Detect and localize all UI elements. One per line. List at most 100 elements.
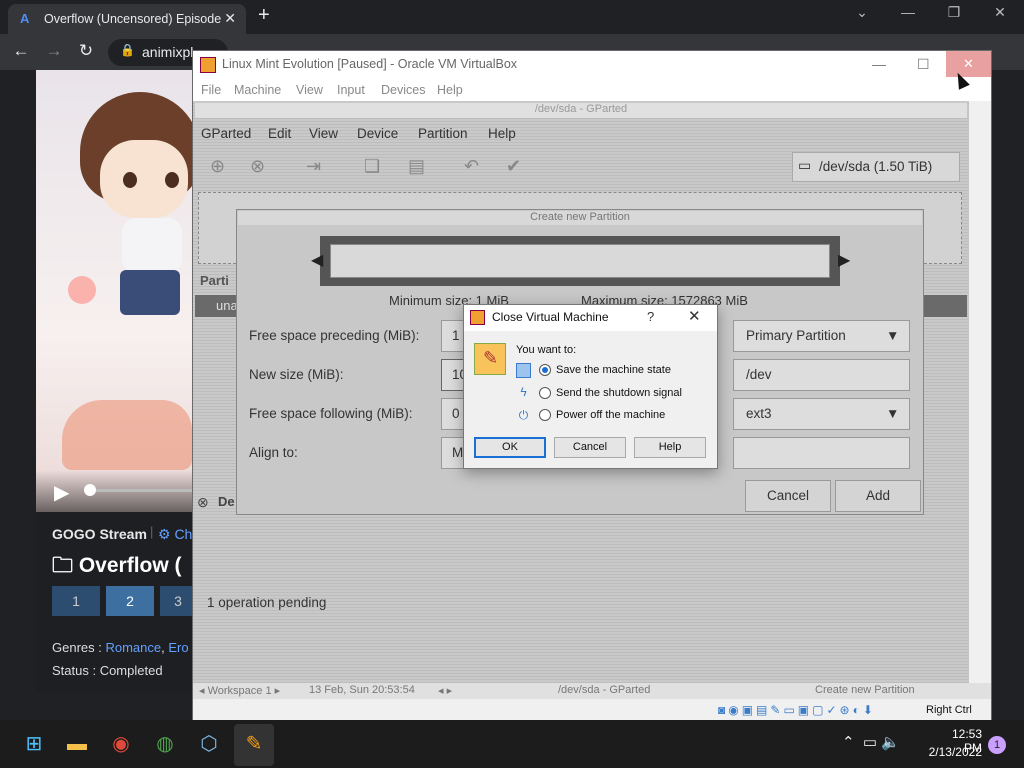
forward-arrow-icon[interactable]: → [43,41,65,61]
genre-link-romance[interactable]: Romance [105,640,161,655]
character-eye-left [123,172,137,188]
free-preceding-input[interactable]: 1 [441,320,465,352]
gparted-menu-gparted[interactable]: GParted [201,126,251,141]
paste-icon[interactable]: ▤ [408,156,425,177]
details-label: De [218,494,235,509]
taskbar-item-create-partition[interactable]: Create new Partition [815,684,915,696]
new-tab-button[interactable]: + [258,4,270,27]
vbox-menu-view[interactable]: View [296,83,323,97]
running-vm-icon[interactable]: ✎ [240,730,268,758]
virtualbox-manager-icon[interactable]: ⬡ [195,730,223,758]
save-state-label[interactable]: Save the machine state [556,364,671,376]
resize-move-icon[interactable]: ⇥ [306,156,321,177]
clock-date[interactable]: 2/13/2022 [922,745,982,759]
vbox-menu-help[interactable]: Help [437,83,463,97]
episode-button-3[interactable]: 3 [160,586,196,616]
free-following-label: Free space following (MiB): [249,406,413,421]
stream-separator: | [150,524,154,539]
save-state-icon [516,363,531,378]
genre-link-ero[interactable]: Ero [168,640,188,655]
delete-icon[interactable]: ⊗ [250,156,265,177]
window-nav-arrows[interactable]: ◂ ▸ [438,684,452,697]
reload-icon[interactable]: ↻ [75,41,97,61]
browser-tab[interactable]: A Overflow (Uncensored) Episode 3 ✕ [8,4,246,34]
seek-handle[interactable] [84,484,96,496]
close-vm-title: Close Virtual Machine [492,310,609,324]
cat-illustration [62,400,192,470]
vbox-menu-machine[interactable]: Machine [234,83,281,97]
tab-search-icon[interactable]: ⌄ [842,4,882,21]
vbox-menu-devices[interactable]: Devices [381,83,425,97]
resize-right-handle-icon[interactable]: ▶ [838,250,850,270]
close-browser-button[interactable]: ✕ [980,4,1020,21]
filesystem-select[interactable]: ext3 ▼ [733,398,910,430]
align-to-select[interactable]: M [441,437,465,469]
close-tab-icon[interactable]: ✕ [224,10,236,27]
cancel-partition-button[interactable]: Cancel [745,480,831,512]
status-text: Status : Completed [52,663,163,678]
resize-left-handle-icon[interactable]: ◀ [311,250,323,270]
free-following-input[interactable]: 0 [441,398,465,430]
align-to-label: Align to: [249,445,298,460]
label-input[interactable] [733,437,910,469]
partition-column-header: Parti [200,273,229,288]
file-explorer-icon[interactable]: ▬ [63,730,91,758]
gparted-menu-view[interactable]: View [309,126,338,141]
add-partition-button[interactable]: Add [835,480,921,512]
shutdown-signal-label[interactable]: Send the shutdown signal [556,387,682,399]
close-vbox-button[interactable]: ✕ [946,51,991,77]
new-partition-icon[interactable]: ⊕ [210,156,225,177]
copy-icon[interactable]: ❏ [364,156,380,177]
vm-device-status-icons[interactable]: ◙◉▣▤✎▭▣▢✓⊛◐⬇ [718,703,876,717]
create-as-select[interactable]: Primary Partition ▼ [733,320,910,352]
help-button[interactable]: Help [634,437,706,458]
notification-badge[interactable]: 1 [988,736,1006,754]
restore-browser-button[interactable]: ❐ [934,4,974,21]
seek-bar[interactable] [88,489,196,492]
details-icon: ⊗ [197,494,209,510]
episode-button-2[interactable]: 2 [106,586,154,616]
virtualbox-small-icon [470,310,485,325]
power-off-label[interactable]: Power off the machine [556,409,665,421]
host-key-label: Right Ctrl [926,704,972,716]
workspace-switcher[interactable]: ◂ Workspace 1 ▸ [199,684,280,697]
device-selector[interactable]: ▭ /dev/sda (1.50 TiB) [792,152,960,182]
close-icon[interactable]: ✕ [688,307,701,325]
shutdown-signal-radio[interactable] [539,387,551,399]
episode-button-1[interactable]: 1 [52,586,100,616]
partition-name-input[interactable]: /dev [733,359,910,391]
undo-icon[interactable]: ↶ [464,156,479,177]
chevron-down-icon: ▼ [886,328,900,343]
create-partition-title[interactable]: Create new Partition [238,211,922,225]
gparted-menu-device[interactable]: Device [357,126,398,141]
gparted-menu-edit[interactable]: Edit [268,126,291,141]
vbox-menu-input[interactable]: Input [337,83,365,97]
minimize-browser-button[interactable]: — [888,4,928,20]
minimize-vbox-button[interactable]: — [872,56,886,72]
globe-app-icon[interactable]: ◍ [151,730,179,758]
power-off-radio[interactable] [539,409,551,421]
gparted-titlebar[interactable]: /dev/sda - GParted [195,103,967,118]
character-body [122,218,182,273]
character-legs [120,270,180,315]
cancel-button[interactable]: Cancel [554,437,626,458]
system-tray-icons[interactable]: ⌃ ▭ 🔈 [842,733,900,751]
play-icon[interactable]: ▶ [54,480,69,505]
apply-icon[interactable]: ✔ [506,156,521,177]
stream-server-label[interactable]: GOGO Stream [52,526,147,542]
ok-button[interactable]: OK [474,437,546,458]
windows-start-icon[interactable]: ⊞ [20,730,48,758]
vbox-menu-file[interactable]: File [201,83,221,97]
gparted-menu-help[interactable]: Help [488,126,516,141]
chrome-icon[interactable]: ◉ [107,730,135,758]
help-icon[interactable]: ? [647,309,654,324]
taskbar-item-gparted[interactable]: /dev/sda - GParted [558,684,650,696]
save-state-radio[interactable] [539,364,551,376]
virtualbox-statusbar: ◙◉▣▤✎▭▣▢✓⊛◐⬇ [193,700,991,720]
back-arrow-icon[interactable]: ← [10,41,32,61]
change-server-link[interactable]: ⚙ Ch [158,526,192,543]
new-size-input[interactable]: 10 [441,359,467,391]
maximize-vbox-button[interactable]: ☐ [917,56,930,73]
gparted-menu-partition[interactable]: Partition [418,126,468,141]
new-size-label: New size (MiB): [249,367,344,382]
